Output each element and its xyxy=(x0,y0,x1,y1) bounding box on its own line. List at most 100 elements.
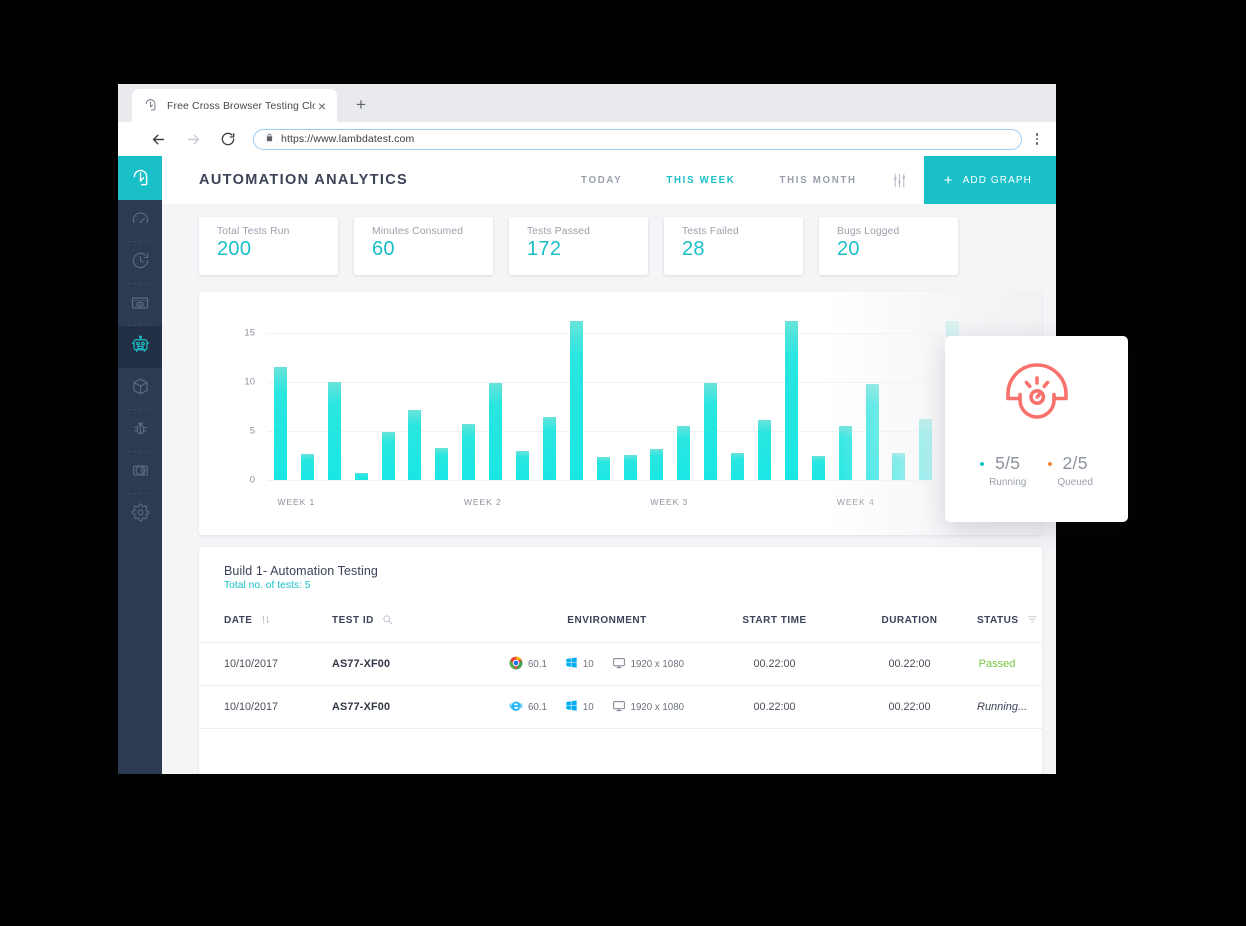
chart-bar[interactable] xyxy=(731,452,745,480)
stat-card-minutes-consumed: Minutes Consumed 60 xyxy=(354,216,493,275)
search-icon[interactable] xyxy=(382,614,393,628)
chart-bar[interactable] xyxy=(462,424,476,480)
filter-icon[interactable] xyxy=(1027,614,1038,628)
tab-today[interactable]: TODAY xyxy=(559,175,644,186)
column-label: TEST ID xyxy=(332,615,374,626)
y-axis-tick: 5 xyxy=(249,425,255,437)
close-icon[interactable]: × xyxy=(315,99,329,113)
total-tests-label: Total no. of tests: 5 xyxy=(224,580,311,591)
status-counts: 5/5 Running 2/5 Queued xyxy=(945,453,1128,488)
tab-this-week[interactable]: THIS WEEK xyxy=(644,175,757,186)
stat-card-total-tests-run: Total Tests Run 200 xyxy=(199,216,338,275)
chart-bar[interactable] xyxy=(354,473,368,480)
column-header-status[interactable]: STATUS xyxy=(977,614,1038,628)
build-title: Build 1- Automation Testing xyxy=(224,564,378,578)
bug-icon xyxy=(131,419,150,443)
os-version: 10 xyxy=(582,701,594,713)
stat-value: 28 xyxy=(682,237,705,260)
column-header-test-id[interactable]: TEST ID xyxy=(332,614,507,628)
chart-bar[interactable] xyxy=(757,420,771,480)
cell-test-id[interactable]: AS77-XF00 xyxy=(332,701,507,713)
chart-bar[interactable] xyxy=(327,381,341,480)
cell-environment: 60.1 10 1920 x 1080 xyxy=(507,699,707,716)
sidebar-item-issues[interactable] xyxy=(118,410,162,452)
address-bar[interactable]: https://www.lambdatest.com xyxy=(253,128,1022,150)
chart-bar[interactable] xyxy=(892,452,906,480)
stat-label: Tests Passed xyxy=(527,225,591,237)
chart-bar[interactable] xyxy=(784,320,798,480)
sidebar-item-realtime[interactable] xyxy=(118,242,162,284)
chart-bar[interactable] xyxy=(300,454,314,480)
queued-value: 2/5 xyxy=(1048,453,1093,474)
chart-bar[interactable] xyxy=(569,320,583,480)
lock-icon xyxy=(265,130,274,148)
column-label: ENVIRONMENT xyxy=(567,615,647,626)
stat-value: 200 xyxy=(217,237,252,260)
bar-slot xyxy=(321,318,348,480)
tests-table-card: Build 1- Automation Testing Total no. of… xyxy=(199,547,1042,774)
table-row[interactable]: 10/10/2017 AS77-XF00 60.1 10 1920 x 1080 00.2… xyxy=(199,686,1042,729)
chart-bar[interactable] xyxy=(515,450,529,480)
browser-menu-icon[interactable] xyxy=(1028,126,1046,152)
week-label: WEEK 3 xyxy=(650,497,689,507)
cell-status: Running... xyxy=(977,701,1027,713)
chart-bar[interactable] xyxy=(811,456,825,480)
bar-slot xyxy=(617,318,644,480)
add-graph-button[interactable]: + ADD GRAPH xyxy=(923,156,1056,204)
reload-icon[interactable] xyxy=(215,126,241,152)
bar-slot xyxy=(401,318,428,480)
week-label: WEEK 2 xyxy=(463,497,502,507)
back-icon[interactable] xyxy=(145,126,171,152)
tab-this-month[interactable]: THIS MONTH xyxy=(757,175,878,186)
main-content: AUTOMATION ANALYTICS TODAY THIS WEEK THI… xyxy=(162,156,1056,774)
gear-icon xyxy=(131,503,150,527)
sidebar-item-settings[interactable] xyxy=(118,494,162,536)
cell-duration: 00.22:00 xyxy=(888,658,931,670)
chart-bar[interactable] xyxy=(435,447,449,480)
stat-card-bugs-logged: Bugs Logged 20 xyxy=(819,216,958,275)
browser-tab[interactable]: Free Cross Browser Testing Clou × xyxy=(132,89,337,122)
browser-toolbar: https://www.lambdatest.com xyxy=(118,122,1056,156)
sidebar-item-smart-testing[interactable] xyxy=(118,452,162,494)
queued-dot-icon xyxy=(1048,461,1053,466)
stat-label: Minutes Consumed xyxy=(372,225,464,237)
sidebar-logo[interactable] xyxy=(118,156,162,200)
chart-bar[interactable] xyxy=(677,426,691,480)
table-row[interactable]: 10/10/2017 AS77-XF00 60.1 10 1920 x 1080 00.2… xyxy=(199,643,1042,686)
chart-bar[interactable] xyxy=(381,431,395,480)
chart-bar[interactable] xyxy=(919,419,933,480)
chart-bar[interactable] xyxy=(704,382,718,480)
sidebar-item-screenshot[interactable] xyxy=(118,284,162,326)
cell-date: 10/10/2017 xyxy=(224,658,279,670)
bar-slot xyxy=(912,318,939,480)
new-tab-button[interactable]: + xyxy=(350,94,372,116)
header-nav: TODAY THIS WEEK THIS MONTH + ADD GRAPH xyxy=(559,156,1056,204)
chart-bar[interactable] xyxy=(596,457,610,480)
chart-bar[interactable] xyxy=(408,410,422,480)
stat-card-tests-passed: Tests Passed 172 xyxy=(509,216,648,275)
column-label: START TIME xyxy=(742,615,807,626)
chart-bar[interactable] xyxy=(273,367,287,480)
chart-bar[interactable] xyxy=(650,448,664,480)
bar-slot xyxy=(778,318,805,480)
column-header-start-time: START TIME xyxy=(707,615,842,626)
sidebar-item-automation[interactable] xyxy=(118,326,162,368)
column-header-duration: DURATION xyxy=(842,615,977,626)
sort-icon[interactable] xyxy=(260,614,271,628)
sidebar-item-dashboard[interactable] xyxy=(118,200,162,242)
cell-test-id[interactable]: AS77-XF00 xyxy=(332,658,507,670)
status-running: 5/5 Running xyxy=(980,453,1026,488)
bar-slot xyxy=(455,318,482,480)
page-title: AUTOMATION ANALYTICS xyxy=(199,172,409,188)
chart-bar[interactable] xyxy=(542,417,556,480)
chart-bar[interactable] xyxy=(838,426,852,480)
sidebar-item-builds[interactable] xyxy=(118,368,162,410)
chart-bar[interactable] xyxy=(623,455,637,480)
bar-slot xyxy=(482,318,509,480)
column-header-date[interactable]: DATE xyxy=(224,614,332,628)
monitor-icon xyxy=(612,656,626,673)
cell-status: Passed xyxy=(977,658,1017,670)
sliders-icon[interactable] xyxy=(879,172,924,189)
chart-bar[interactable] xyxy=(865,383,879,480)
chart-bar[interactable] xyxy=(489,382,503,480)
